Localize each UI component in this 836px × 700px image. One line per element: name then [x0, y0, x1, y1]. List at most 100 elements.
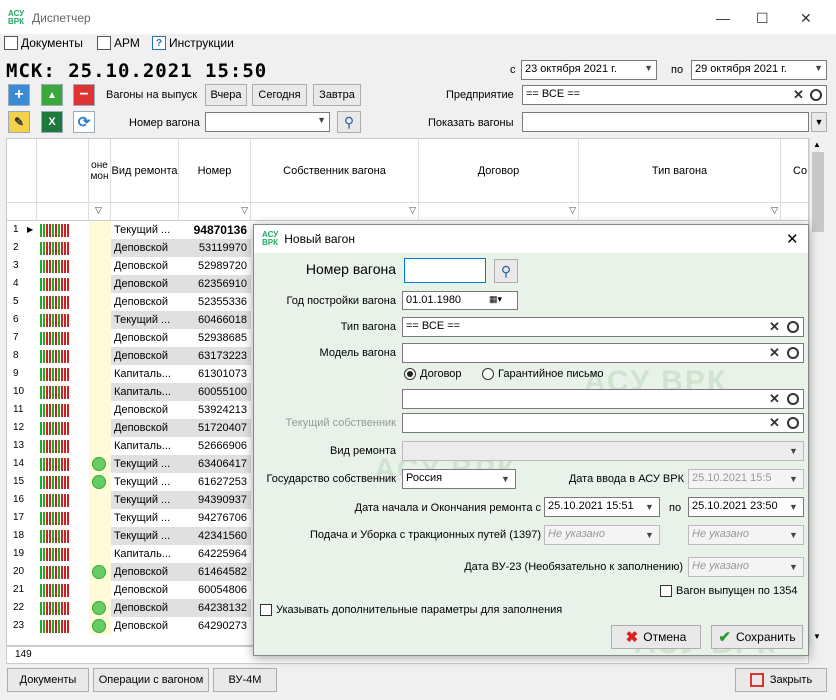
grid-header-repair-type[interactable]: Вид ремонта: [111, 139, 179, 203]
wagon-number-combo[interactable]: ▼: [205, 112, 330, 132]
radio-guarantee-dot[interactable]: [482, 368, 494, 380]
build-year-picker[interactable]: 01.01.1980 ▦▾: [402, 291, 518, 310]
clear-icon[interactable]: ✕: [793, 87, 804, 103]
close-window-button[interactable]: ✕: [800, 10, 812, 27]
maximize-button[interactable]: ☐: [756, 10, 769, 27]
minimize-button[interactable]: —: [716, 10, 730, 26]
grid-header-contract[interactable]: Договор: [419, 139, 579, 203]
dialog-wagon-number-label: Номер вагона: [305, 261, 396, 277]
documents-button[interactable]: Документы: [7, 668, 89, 692]
clear-icon[interactable]: ✕: [769, 319, 780, 335]
filter-cell[interactable]: [781, 203, 808, 221]
date-to-picker[interactable]: 29 октября 2021 г. ▼: [691, 60, 827, 80]
add-icon[interactable]: +: [8, 84, 30, 106]
cancel-button-label: Отмена: [643, 630, 687, 644]
remove-icon[interactable]: −: [73, 84, 95, 106]
radio-contract-dot[interactable]: [404, 368, 416, 380]
clear-icon[interactable]: ✕: [769, 415, 780, 431]
arm-icon: [97, 36, 111, 50]
wagon-type-field[interactable]: == ВСЕ == ✕: [402, 317, 804, 337]
filter-cell[interactable]: ▽: [251, 203, 419, 221]
grid-header-owner[interactable]: Собственник вагона: [251, 139, 419, 203]
wagon-model-field[interactable]: ✕: [402, 343, 804, 363]
vu4m-button[interactable]: ВУ-4М: [213, 668, 277, 692]
repair-type-cell: Текущий ...: [111, 311, 179, 329]
grid-header-status[interactable]: [37, 139, 89, 203]
search-icon[interactable]: [810, 89, 822, 101]
released-checkbox-label: Вагон выпущен по 1354: [676, 585, 798, 597]
edit-icon[interactable]: ✎: [8, 111, 30, 133]
mon-cell: [89, 239, 111, 257]
cancel-button[interactable]: ✖ Отмена: [611, 625, 701, 649]
released-checkbox[interactable]: Вагон выпущен по 1354: [660, 585, 797, 597]
scroll-down-icon[interactable]: ▼: [813, 632, 821, 641]
repair-end-picker[interactable]: 25.10.2021 23:50 ▼: [688, 497, 804, 517]
search-icon[interactable]: [787, 393, 799, 405]
repair-start-picker[interactable]: 25.10.2021 15:51 ▼: [544, 497, 660, 517]
calendar-icon[interactable]: ▦▾: [489, 294, 502, 305]
vu23-picker[interactable]: Не указано ▼: [688, 557, 804, 577]
wagon-number-cell: 61464582: [179, 563, 251, 581]
traction-label: Подача и Уборка с тракционных путей (139…: [310, 529, 541, 541]
yesterday-button[interactable]: Вчера: [205, 84, 247, 106]
binoculars-icon[interactable]: ⚲: [494, 259, 518, 283]
search-icon[interactable]: [787, 347, 799, 359]
repair-type-cell: Деповской: [111, 275, 179, 293]
contract-field[interactable]: ✕: [402, 389, 804, 409]
title-bar: АСУ ВРК Диспетчер — ☐ ✕: [0, 0, 836, 36]
grid-header-extra[interactable]: Со: [781, 139, 808, 203]
status-stripes: [40, 368, 69, 381]
menu-instructions[interactable]: ? Инструкции: [152, 36, 234, 50]
radio-guarantee[interactable]: Гарантийное письмо: [482, 368, 603, 380]
close-button[interactable]: Закрыть: [735, 668, 827, 692]
filter-cell[interactable]: ▽: [179, 203, 251, 221]
menu-arm[interactable]: АРМ: [97, 36, 140, 50]
tomorrow-button[interactable]: Завтра: [313, 84, 361, 106]
date-to-prefix: по: [671, 64, 684, 76]
scroll-up-icon[interactable]: ▲: [813, 140, 821, 149]
grid-header-number[interactable]: Номер: [179, 139, 251, 203]
filter-cell[interactable]: [7, 203, 37, 221]
operations-button[interactable]: Операции с вагоном: [93, 668, 209, 692]
state-owner-combo[interactable]: Россия ▼: [402, 469, 516, 489]
dialog-close-icon[interactable]: ✕: [786, 230, 799, 248]
filter-cell[interactable]: [111, 203, 179, 221]
bottom-bar: Документы Операции с вагоном ВУ-4М Закры…: [0, 664, 836, 700]
grid-header-wagon-type[interactable]: Тип вагона: [579, 139, 781, 203]
row-number: 20: [13, 566, 25, 577]
save-button[interactable]: ✔ Сохранить: [711, 625, 803, 649]
grid-scrollbar[interactable]: ▲ ▼: [809, 138, 826, 646]
repair-type-combo[interactable]: ▼: [402, 441, 804, 461]
clear-icon[interactable]: ✕: [769, 345, 780, 361]
menu-arm-label: АРМ: [114, 36, 140, 50]
today-button[interactable]: Сегодня: [252, 84, 307, 106]
extra-params-checkbox-box[interactable]: [260, 604, 272, 616]
refresh-icon[interactable]: ⟳: [73, 111, 95, 133]
traction-to-picker[interactable]: Не указано ▼: [688, 525, 804, 545]
search-icon[interactable]: [787, 417, 799, 429]
filter-cell[interactable]: ▽: [419, 203, 579, 221]
date-from-picker[interactable]: 23 октября 2021 г. ▼: [521, 60, 657, 80]
clear-icon[interactable]: ✕: [769, 391, 780, 407]
grid-header-rownum[interactable]: [7, 139, 37, 203]
radio-contract[interactable]: Договор: [404, 368, 462, 380]
traction-from-picker[interactable]: Не указано ▼: [544, 525, 660, 545]
dialog-wagon-number-input[interactable]: [404, 258, 486, 283]
grid-header-mon[interactable]: оне мон: [89, 139, 111, 203]
menu-documents[interactable]: Документы: [4, 36, 83, 50]
show-wagons-dropdown[interactable]: ▼: [811, 112, 827, 132]
filter-cell[interactable]: ▽: [89, 203, 111, 221]
filter-cell[interactable]: [37, 203, 89, 221]
released-checkbox-box[interactable]: [660, 585, 672, 597]
show-wagons-field[interactable]: [522, 112, 809, 132]
search-icon[interactable]: [787, 321, 799, 333]
excel-icon[interactable]: X: [41, 111, 63, 133]
new-wagon-dialog: АСУВРК Новый вагон ✕ АСУ ВРК АСУ ВРК АСУ…: [253, 224, 809, 660]
binoculars-icon[interactable]: ⚲: [337, 111, 361, 133]
extra-params-checkbox[interactable]: Указывать дополнительные параметры для з…: [260, 604, 562, 616]
arrow-up-icon[interactable]: ▲: [41, 84, 63, 106]
scrollbar-thumb[interactable]: [812, 152, 824, 232]
enterprise-field[interactable]: == ВСЕ == ✕: [522, 85, 827, 105]
current-owner-field[interactable]: ✕: [402, 413, 804, 433]
filter-cell[interactable]: ▽: [579, 203, 781, 221]
